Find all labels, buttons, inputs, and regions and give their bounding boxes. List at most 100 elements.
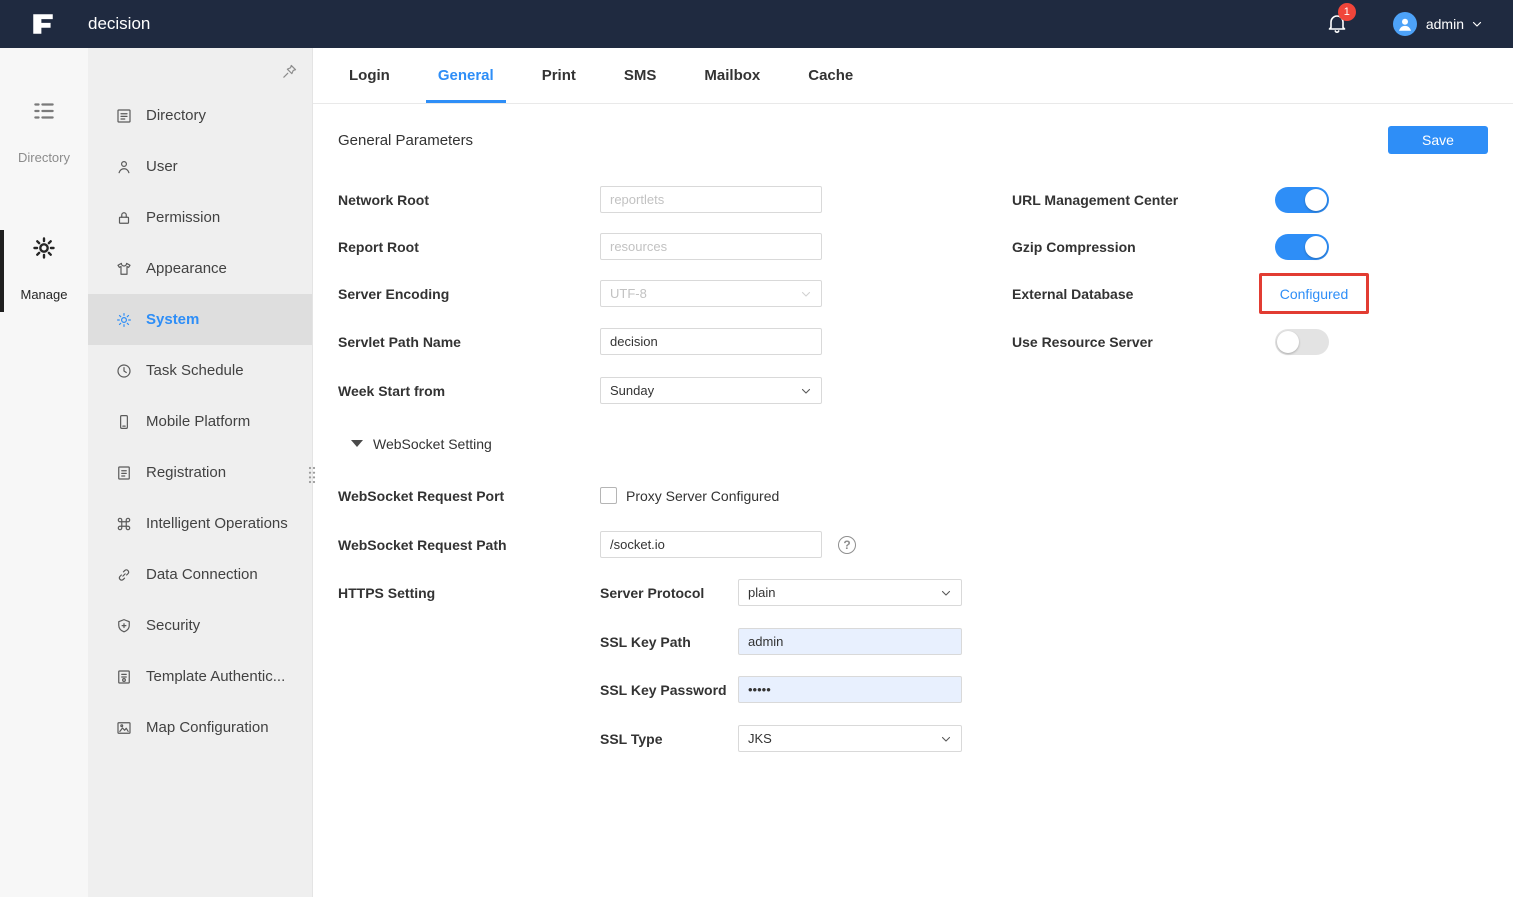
main-content: Login General Print SMS Mailbox Cache Ge… <box>313 48 1513 897</box>
sidebar-item-label: Directory <box>146 107 207 124</box>
directory-icon <box>115 107 133 125</box>
tab-print[interactable]: Print <box>530 48 588 103</box>
shield-icon <box>115 617 133 635</box>
tab-label: Login <box>349 67 390 84</box>
toggle-knob <box>1305 188 1327 211</box>
external-database-highlight-box: Configured <box>1259 273 1369 314</box>
gzip-toggle[interactable] <box>1275 233 1329 260</box>
sidebar-item-data-connection[interactable]: Data Connection <box>88 549 312 600</box>
resource-server-label: Use Resource Server <box>1012 333 1153 350</box>
sidebar-item-intelligent-operations[interactable]: Intelligent Operations <box>88 498 312 549</box>
rail-item-manage[interactable]: Manage <box>0 235 88 302</box>
ssl-type-select[interactable]: JKS <box>738 725 962 752</box>
sidebar-item-directory[interactable]: Directory <box>88 90 312 141</box>
sidebar-item-label: Template Authentic... <box>146 668 286 685</box>
clock-icon <box>115 362 133 380</box>
ws-request-path-input[interactable] <box>600 531 822 558</box>
sidebar-item-label: Task Schedule <box>146 362 244 379</box>
https-setting-row: HTTPS Setting Server Protocol plain <box>338 579 962 606</box>
sidebar-item-registration[interactable]: Registration <box>88 447 312 498</box>
websocket-section-title: WebSocket Setting <box>373 435 492 452</box>
registration-doc-icon <box>115 464 133 482</box>
week-start-value: Sunday <box>610 383 655 398</box>
command-icon <box>115 515 133 533</box>
server-protocol-select[interactable]: plain <box>738 579 962 606</box>
sidebar-item-label: Intelligent Operations <box>146 515 288 532</box>
mobile-icon <box>115 413 133 431</box>
server-encoding-select[interactable]: UTF-8 <box>600 280 822 307</box>
ssl-key-path-row: SSL Key Path <box>600 628 962 655</box>
left-rail: Directory Manage <box>0 48 88 897</box>
appearance-icon <box>115 260 133 278</box>
sidebar-item-security[interactable]: Security <box>88 600 312 651</box>
report-root-input[interactable] <box>600 233 822 260</box>
servlet-path-label: Servlet Path Name <box>338 333 461 350</box>
gzip-label: Gzip Compression <box>1012 238 1136 255</box>
sidebar-item-system[interactable]: System <box>88 294 312 345</box>
ssl-key-password-input[interactable] <box>738 676 962 703</box>
rail-item-label: Manage <box>20 287 68 302</box>
resource-server-row: Use Resource Server <box>1012 328 1329 355</box>
sidebar-item-label: Map Configuration <box>146 719 269 736</box>
sidebar-item-template-authentication[interactable]: Template Authentic... <box>88 651 312 702</box>
app-logo-icon <box>30 11 56 37</box>
sidebar-item-appearance[interactable]: Appearance <box>88 243 312 294</box>
sidebar-item-permission[interactable]: Permission <box>88 192 312 243</box>
websocket-section-toggle[interactable]: WebSocket Setting <box>351 430 492 457</box>
user-menu[interactable]: admin <box>1426 16 1464 32</box>
server-encoding-label: Server Encoding <box>338 285 450 302</box>
collapse-triangle-icon <box>351 440 363 447</box>
external-database-configured-link[interactable]: Configured <box>1280 286 1349 302</box>
ssl-key-path-input[interactable] <box>738 628 962 655</box>
ssl-key-path-label: SSL Key Path <box>600 633 691 650</box>
pin-icon[interactable] <box>281 63 298 80</box>
resource-server-toggle[interactable] <box>1275 328 1329 355</box>
avatar[interactable] <box>1392 12 1417 36</box>
tab-mailbox[interactable]: Mailbox <box>692 48 772 103</box>
tab-label: General <box>437 67 494 84</box>
sidebar-item-map-configuration[interactable]: Map Configuration <box>88 702 312 753</box>
external-database-row: External Database <box>1012 280 1275 307</box>
map-icon <box>115 719 133 737</box>
sidebar-item-label: System <box>146 311 200 328</box>
help-icon[interactable]: ? <box>838 535 856 554</box>
tab-label: Cache <box>808 67 854 84</box>
save-button[interactable]: Save <box>1388 126 1488 154</box>
sidebar-item-label: Registration <box>146 464 227 481</box>
sidebar-item-label: Security <box>146 617 201 634</box>
ssl-type-value: JKS <box>748 731 772 746</box>
network-root-input[interactable] <box>600 186 822 213</box>
external-database-label: External Database <box>1012 285 1134 302</box>
tab-sms[interactable]: SMS <box>612 48 669 103</box>
ws-request-port-row: WebSocket Request Port Proxy Server Conf… <box>338 482 779 509</box>
sidebar-item-mobile-platform[interactable]: Mobile Platform <box>88 396 312 447</box>
sidebar-item-task-schedule[interactable]: Task Schedule <box>88 345 312 396</box>
notifications-button[interactable]: 1 <box>1325 3 1356 37</box>
topbar: decision 1 admin <box>0 0 1513 48</box>
link-icon <box>115 566 133 584</box>
sidebar-resize-handle[interactable] <box>307 466 317 484</box>
network-root-label: Network Root <box>338 191 429 208</box>
week-start-select[interactable]: Sunday <box>600 377 822 404</box>
servlet-path-input[interactable] <box>600 328 822 355</box>
chevron-down-icon <box>800 288 812 300</box>
sidebar-item-label: User <box>146 158 178 175</box>
sidebar-menu: Directory User Permission Appearance Sys… <box>88 90 312 753</box>
template-auth-icon <box>115 668 133 686</box>
proxy-server-checkbox[interactable] <box>600 487 617 504</box>
tab-label: Print <box>541 67 576 84</box>
lock-icon <box>115 209 133 227</box>
notification-badge: 1 <box>1337 3 1356 21</box>
topbar-actions: 1 admin <box>1325 3 1483 37</box>
chevron-down-icon[interactable] <box>1471 18 1483 30</box>
tab-cache[interactable]: Cache <box>796 48 865 103</box>
ssl-type-row: SSL Type JKS <box>600 725 962 752</box>
section-title: General Parameters <box>338 132 474 149</box>
tab-login[interactable]: Login <box>337 48 402 103</box>
tab-general[interactable]: General <box>425 48 506 103</box>
sidebar: Directory User Permission Appearance Sys… <box>88 48 316 897</box>
sidebar-item-user[interactable]: User <box>88 141 312 192</box>
url-management-toggle[interactable] <box>1275 186 1329 213</box>
proxy-server-checkbox-label: Proxy Server Configured <box>626 487 780 504</box>
rail-item-directory[interactable]: Directory <box>0 98 88 165</box>
